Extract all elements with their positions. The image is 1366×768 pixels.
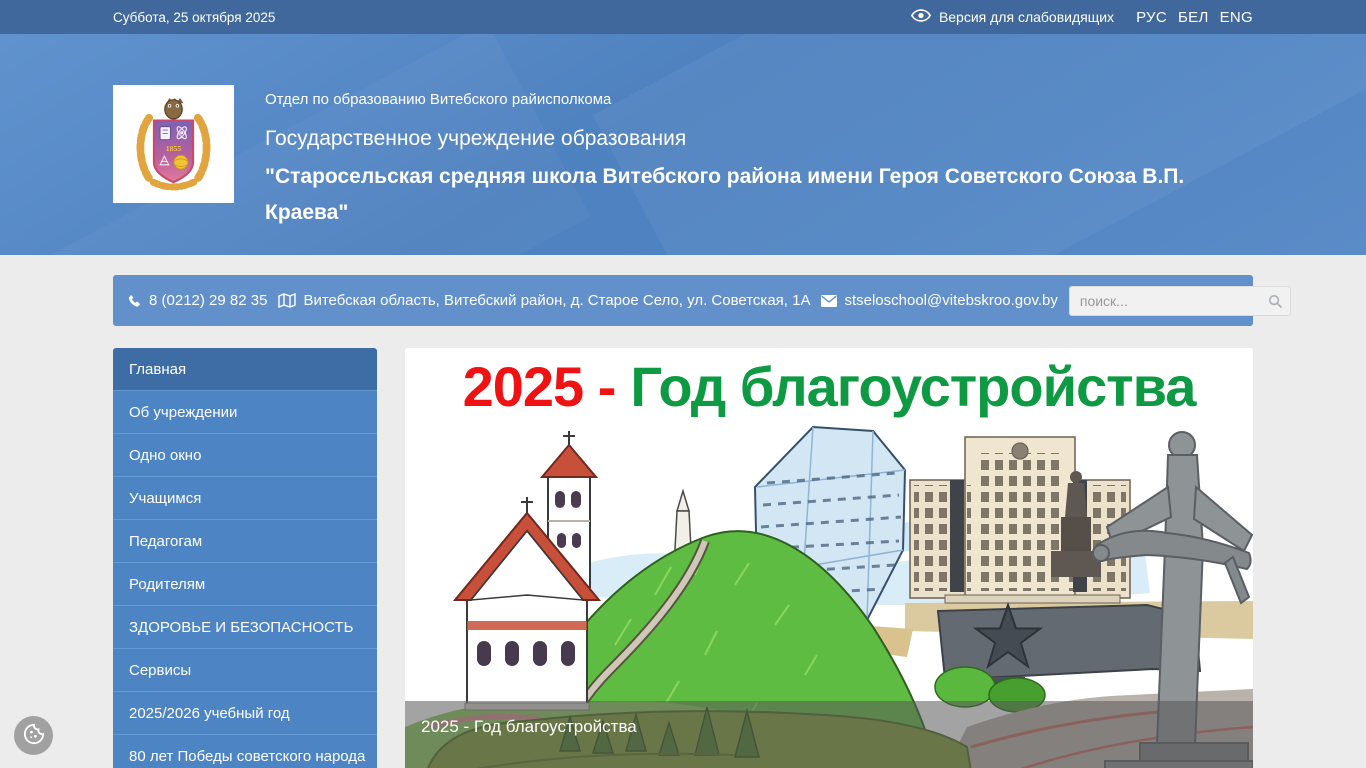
envelope-icon [821,294,838,307]
search-box [1068,285,1291,316]
school-logo: 1855 [113,85,234,203]
sidebar-item-students[interactable]: Учащимся [113,477,377,520]
email-block: stseloschool@vitebskroo.gov.by [821,292,1058,309]
sidebar-item-home[interactable]: Главная [113,348,377,391]
cookie-settings-button[interactable] [14,716,53,755]
svg-text:1855: 1855 [166,144,182,153]
language-switcher: РУС БЕЛ ENG [1136,9,1253,26]
department-name: Отдел по образованию Витебского райиспол… [265,91,612,108]
cookie-icon [23,723,45,748]
search-icon[interactable] [1268,294,1283,313]
banner-title: 2025 - Год благоустройства [405,348,1253,425]
lang-eng[interactable]: ENG [1220,9,1253,26]
phone-number[interactable]: 8 (0212) 29 82 35 [149,292,267,309]
sidebar-item-health-safety[interactable]: ЗДОРОВЬЕ И БЕЗОПАСНОСТЬ [113,606,377,649]
phone-block: 8 (0212) 29 82 35 [128,292,267,309]
lang-rus[interactable]: РУС [1136,9,1167,26]
banner-caption-bar: 2025 - Год благоустройства [405,701,1253,768]
sidebar-menu: Главная Об учреждении Одно окно Учащимся… [113,348,377,768]
current-date: Суббота, 25 октября 2025 [113,9,276,25]
contact-bar: 8 (0212) 29 82 35 Витебская область, Вит… [113,275,1291,326]
accessibility-label: Версия для слабовидящих [938,9,1115,25]
search-input[interactable] [1068,285,1291,316]
sidebar-item-services[interactable]: Сервисы [113,649,377,692]
address-block: Витебская область, Витебский район, д. С… [278,292,810,309]
owl-icon [164,98,184,120]
banner-caption-text: 2025 - Год благоустройства [421,717,637,736]
accessibility-version-link[interactable]: Версия для слабовидящих [910,9,1115,25]
banner-slide[interactable]: 2025 - Год благоустройства 2025 - Год бл… [405,348,1253,768]
email-text[interactable]: stseloschool@vitebskroo.gov.by [844,292,1057,309]
banner-title-year: 2025 - [462,355,617,418]
address-text: Витебская область, Витебский район, д. С… [303,292,811,309]
sidebar-item-about[interactable]: Об учреждении [113,391,377,434]
org-type: Государственное учреждение образования [265,127,687,150]
sidebar-item-teachers[interactable]: Педагогам [113,520,377,563]
eye-icon [910,9,932,25]
sidebar-item-one-window[interactable]: Одно окно [113,434,377,477]
sidebar-item-school-year[interactable]: 2025/2026 учебный год [113,692,377,735]
phone-icon [128,294,142,308]
banner-title-text: Год благоустройства [630,355,1196,418]
school-name: "Старосельская средняя школа Витебского … [265,165,1185,224]
top-bar: Суббота, 25 октября 2025 Версия для слаб… [0,0,1366,34]
sidebar-item-parents[interactable]: Родителям [113,563,377,606]
site-header: 1855 Отдел по образованию Витебского рай… [0,34,1366,255]
map-icon [278,293,297,308]
lang-bel[interactable]: БЕЛ [1178,9,1209,26]
sidebar-item-80-years-victory[interactable]: 80 лет Победы советского народа [113,735,377,768]
